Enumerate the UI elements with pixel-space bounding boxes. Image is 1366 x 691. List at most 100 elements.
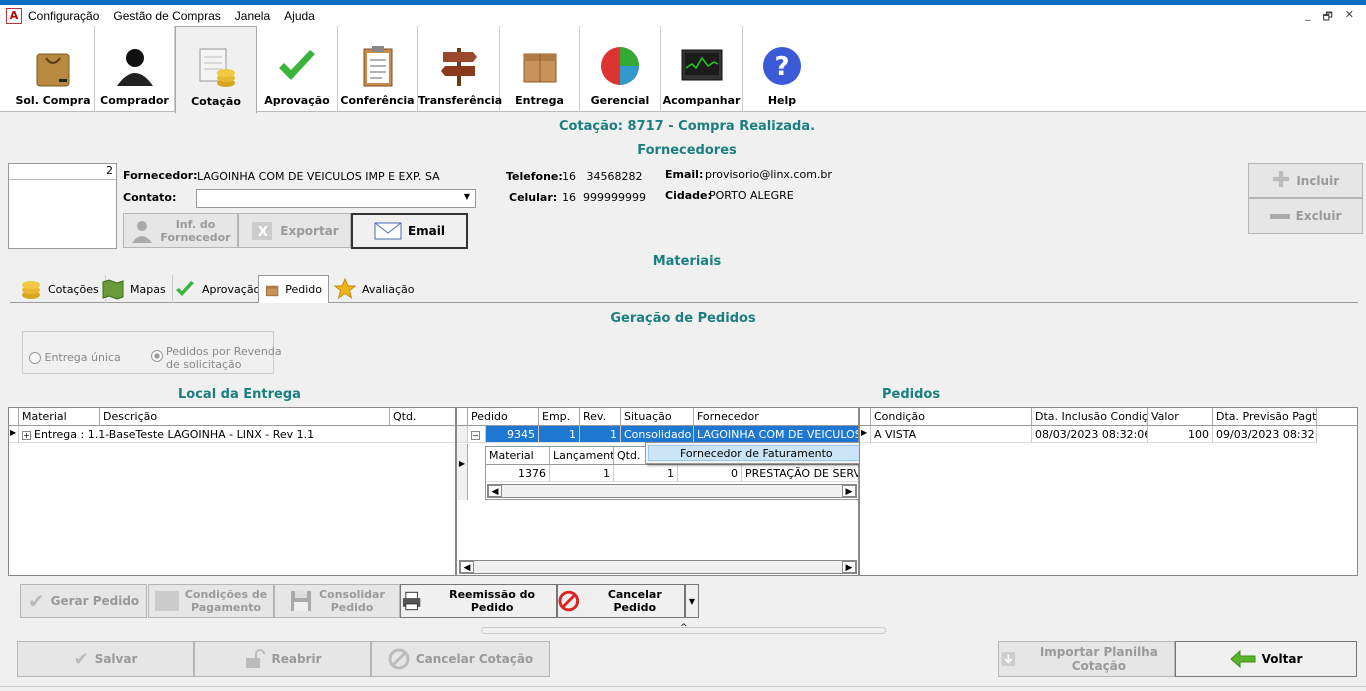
context-menu-item-fornecedor-faturamento[interactable]: Fornecedor de Faturamento: [648, 445, 876, 461]
menu-ajuda[interactable]: Ajuda: [284, 9, 315, 23]
radio-pedidos-revenda[interactable]: Pedidos por Revenda de solicitação: [151, 345, 282, 371]
reabrir-button[interactable]: Reabrir: [194, 641, 371, 677]
pedido-grid[interactable]: Pedido Emp. Rev. Situação Fornecedor − 9…: [456, 407, 859, 576]
cell-valor: 100: [1148, 426, 1213, 443]
close-icon[interactable]: ✕: [1345, 8, 1354, 27]
email-button[interactable]: Email: [351, 213, 468, 249]
menu-gestao-compras[interactable]: Gestão de Compras: [113, 9, 220, 23]
tab-pedido[interactable]: Pedido: [258, 275, 329, 303]
toolbar-sol-compra[interactable]: Sol. Compra: [12, 26, 95, 112]
toolbar-entrega[interactable]: Entrega: [500, 26, 580, 112]
cell-descricao: PRESTAÇÃO DE SERVIÇ: [742, 465, 858, 482]
importar-planilha-button[interactable]: Importar Planilha Cotação: [998, 641, 1175, 677]
toolbar-transferencia[interactable]: Transferência: [418, 26, 503, 112]
detail-indicator-icon: ▶: [457, 444, 468, 500]
toolbar-label: Transferência: [418, 94, 503, 107]
toolbar-gerencial[interactable]: Gerencial: [580, 26, 661, 112]
scroll-left-icon[interactable]: ◀: [460, 561, 474, 573]
email-label: Email:: [665, 168, 704, 181]
detail-hscrollbar[interactable]: ◀ ▶: [487, 484, 857, 498]
table-icon: [154, 591, 179, 611]
grid-header: Pedido Emp. Rev. Situação Fornecedor: [457, 408, 858, 426]
reemissao-pedido-button[interactable]: Reemissão do Pedido: [400, 584, 557, 618]
menu-bar: A Configuração Gestão de Compras Janela …: [0, 5, 1366, 26]
salvar-button[interactable]: ✔ Salvar: [17, 641, 194, 677]
scroll-right-icon[interactable]: ▶: [842, 485, 856, 497]
gerar-pedido-label: Gerar Pedido: [50, 594, 140, 608]
scroll-left-icon[interactable]: ◀: [488, 485, 502, 497]
excluir-button[interactable]: Excluir: [1248, 198, 1363, 234]
toolbar-label: Conferência: [340, 94, 415, 107]
arrow-left-icon: [1229, 650, 1256, 668]
reemissao-label: Reemissão do Pedido: [449, 588, 536, 614]
incluir-button[interactable]: ✚ Incluir: [1248, 163, 1363, 198]
menu-configuracao[interactable]: Configuração: [28, 9, 99, 23]
inf-fornecedor-button[interactable]: Inf. do Fornecedor: [123, 213, 238, 248]
contato-label: Contato:: [123, 191, 177, 204]
tab-label: Pedido: [285, 283, 322, 296]
chevron-down-icon: ▼: [688, 596, 696, 606]
pedido-hscrollbar[interactable]: ◀ ▶: [459, 560, 857, 574]
table-row[interactable]: ▶ A VISTA 08/03/2023 08:32:06 100 09/03/…: [860, 426, 1357, 443]
toolbar-conferencia[interactable]: Conferência: [338, 26, 418, 112]
voltar-button[interactable]: Voltar: [1175, 641, 1357, 677]
collapse-icon[interactable]: −: [468, 426, 486, 443]
toolbar-aprovacao[interactable]: Aprovação: [257, 26, 338, 112]
radio-button[interactable]: [29, 352, 41, 364]
col-valor: Valor: [1148, 408, 1213, 425]
import-icon: [1001, 652, 1016, 666]
scroll-right-icon[interactable]: ▶: [842, 561, 856, 573]
gerar-pedido-button[interactable]: ✔ Gerar Pedido: [20, 584, 147, 618]
toolbar-comprador[interactable]: Comprador: [95, 26, 175, 112]
toolbar-cotacao[interactable]: Cotação: [175, 26, 257, 113]
check-icon: ✔: [73, 648, 89, 670]
chevron-up-icon[interactable]: ^: [680, 623, 688, 633]
restore-icon[interactable]: 🗗: [1322, 8, 1332, 27]
telefone-value: 16 34568282: [562, 170, 643, 183]
condicoes-pagamento-button[interactable]: Condições de Pagamento: [148, 584, 274, 618]
menu-janela[interactable]: Janela: [235, 9, 270, 23]
table-row[interactable]: ▶ + Entrega : 1.1-BaseTeste LAGOINHA - LI…: [9, 426, 455, 443]
telefone-label: Telefone:: [506, 170, 563, 183]
condicao-grid[interactable]: Condição Dta. Inclusão Condição Valor Dt…: [859, 407, 1358, 576]
tab-avaliacao[interactable]: Avaliação: [328, 275, 421, 303]
person-silhouette-icon: [116, 49, 153, 86]
tab-cotacoes[interactable]: Cotações: [14, 275, 106, 303]
exportar-button[interactable]: X Exportar: [238, 213, 351, 248]
geracao-title: Geração de Pedidos: [610, 311, 756, 326]
app-logo-icon[interactable]: A: [6, 7, 22, 24]
toolbar-label: Gerencial: [590, 94, 650, 107]
cancelar-cotacao-button[interactable]: Cancelar Cotação: [371, 641, 550, 677]
consolidar-pedido-button[interactable]: Consolidar Pedido: [274, 584, 400, 618]
contato-select[interactable]: ▼: [196, 189, 476, 208]
toolbar-help[interactable]: ? Help: [743, 26, 821, 112]
table-row-selected[interactable]: − 9345 1 1 Consolidado LAGOINHA COM DE V…: [457, 426, 858, 443]
radio-entrega-label: Entrega única: [44, 351, 121, 364]
tab-aprovacao[interactable]: Aprovação: [168, 275, 268, 303]
cancelar-pedido-label: Cancelar Pedido: [607, 588, 662, 614]
cancelar-pedido-dropdown[interactable]: ▼: [685, 584, 699, 618]
cancel-icon: [558, 590, 580, 612]
detail-row[interactable]: 1376 1 1 0 PRESTAÇÃO DE SERVIÇ: [486, 465, 858, 482]
svg-text:X: X: [258, 225, 268, 240]
email-label: Email: [407, 224, 446, 238]
cell-value: 0: [678, 465, 742, 482]
cell-qtd: 1: [614, 465, 678, 482]
col-lancamento: Lançamento: [550, 447, 614, 464]
cell-dta-inclusao: 08/03/2023 08:32:06: [1032, 426, 1148, 443]
supplier-list[interactable]: 2: [8, 163, 117, 249]
cancelar-pedido-button[interactable]: Cancelar Pedido: [557, 584, 685, 618]
toolbar-acompanhar[interactable]: Acompanhar: [661, 26, 743, 112]
col-fornecedor: Fornecedor: [697, 410, 759, 423]
star-icon: [334, 278, 356, 300]
tab-mapas[interactable]: Mapas: [96, 275, 173, 303]
status-bar: [0, 686, 1366, 691]
radio-button-selected[interactable]: [151, 350, 163, 362]
minimize-icon[interactable]: _: [1305, 8, 1311, 27]
email-value: provisorio@linx.com.br: [705, 168, 832, 181]
voltar-label: Voltar: [1261, 652, 1303, 666]
expand-icon[interactable]: +: [22, 431, 31, 440]
cell-dta-previsao: 09/03/2023 08:32:06: [1213, 426, 1317, 443]
local-entrega-grid[interactable]: Material Descrição Qtd. ▶ + Entrega : 1.1…: [8, 407, 456, 576]
radio-entrega-unica[interactable]: Entrega única: [29, 351, 121, 364]
